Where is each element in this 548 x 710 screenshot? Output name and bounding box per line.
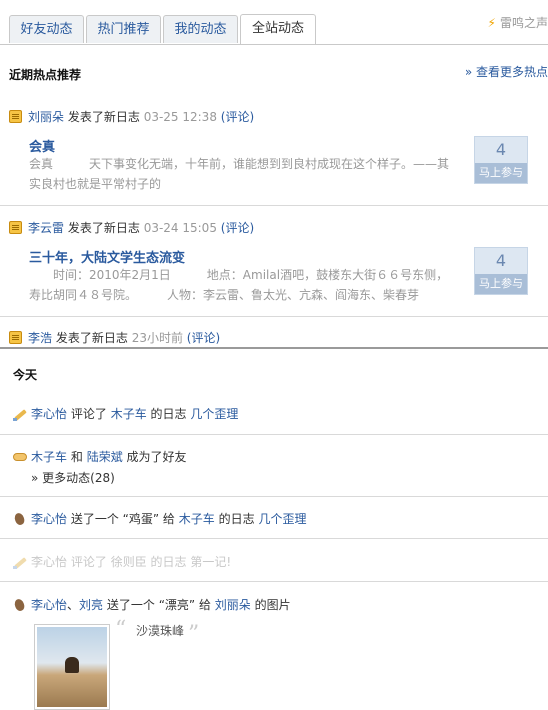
lightning-icon: ⚡ bbox=[487, 16, 496, 30]
more-hot-link[interactable]: » 查看更多热点 bbox=[465, 63, 548, 80]
entry-excerpt: 会真 天下事变化无端，十年前，谁能想到到良村成现在这个样子。——其实良村也就是平… bbox=[29, 157, 450, 191]
more-activity-link[interactable]: » 更多动态(28) bbox=[31, 469, 115, 486]
pencil-icon bbox=[13, 407, 27, 421]
open-quote-icon: “ bbox=[115, 617, 127, 642]
photo-thumbnail[interactable] bbox=[34, 624, 110, 710]
join-count: 4 bbox=[495, 140, 507, 159]
handshake-icon bbox=[13, 450, 27, 464]
photo-image bbox=[37, 627, 107, 707]
tab-friends-feed[interactable]: 好友动态 bbox=[9, 15, 84, 43]
user-link[interactable]: 木子车 bbox=[179, 512, 215, 526]
timestamp: 03-24 15:05 bbox=[143, 221, 217, 235]
user-link[interactable]: 徐则臣 bbox=[111, 555, 147, 569]
feed-tabs: 好友动态 热门推荐 我的动态 全站动态 ⚡ 雷鸣之声 bbox=[0, 0, 548, 45]
tab-my-feed[interactable]: 我的动态 bbox=[163, 15, 238, 43]
entry-title[interactable]: 三十年，大陆文学生态流变 bbox=[29, 247, 185, 266]
activity-item: 李心怡、刘亮 送了一个 “漂亮” 给 刘丽朵 的图片 bbox=[13, 596, 291, 613]
photo-caption: 沙漠珠峰 bbox=[136, 624, 185, 638]
divider bbox=[0, 581, 548, 582]
comment-link[interactable]: (评论) bbox=[221, 221, 254, 235]
activity-item: 木子车 和 陆荣斌 成为了好友 bbox=[13, 448, 187, 465]
divider bbox=[0, 496, 548, 497]
entry-title[interactable]: 会真 bbox=[29, 136, 55, 155]
egg-icon bbox=[13, 512, 27, 526]
blog-icon bbox=[9, 110, 22, 123]
activity-item: 李心怡 送了一个 “鸡蛋” 给 木子车 的日志 几个歪理 bbox=[13, 510, 306, 527]
user-link[interactable]: 刘丽朵 bbox=[28, 110, 64, 124]
user-link[interactable]: 陆荣斌 bbox=[87, 450, 123, 464]
user-link[interactable]: 李心怡 bbox=[31, 598, 67, 612]
activity-item: 李心怡 评论了 木子车 的日志 几个歪理 bbox=[13, 405, 238, 422]
join-button[interactable]: 4 马上参与 bbox=[474, 247, 528, 295]
activity-item: 李心怡 评论了 徐则臣 的日志 第一记! bbox=[13, 553, 231, 570]
comment-link[interactable]: (评论) bbox=[187, 331, 220, 345]
user-link[interactable]: 李浩 bbox=[28, 331, 52, 345]
pencil-icon bbox=[13, 555, 27, 569]
thunder-voice-link[interactable]: ⚡ 雷鸣之声 bbox=[488, 14, 548, 31]
close-quote-icon: ” bbox=[188, 622, 200, 647]
section-title-today: 今天 bbox=[13, 368, 38, 382]
timestamp: 03-25 12:38 bbox=[143, 110, 217, 124]
user-link[interactable]: 刘亮 bbox=[79, 598, 103, 612]
divider bbox=[0, 316, 548, 317]
join-label: 马上参与 bbox=[475, 274, 527, 294]
divider bbox=[0, 205, 548, 206]
blog-link[interactable]: 几个歪理 bbox=[258, 512, 306, 526]
user-link[interactable]: 李云雷 bbox=[28, 221, 64, 235]
join-button[interactable]: 4 马上参与 bbox=[474, 136, 528, 184]
user-link[interactable]: 木子车 bbox=[111, 407, 147, 421]
blog-link[interactable]: 几个歪理 bbox=[190, 407, 238, 421]
join-label: 马上参与 bbox=[475, 163, 527, 183]
tab-hot-picks[interactable]: 热门推荐 bbox=[86, 15, 161, 43]
user-link[interactable]: 李心怡 bbox=[31, 512, 67, 526]
section-divider bbox=[0, 347, 548, 349]
tab-site-feed[interactable]: 全站动态 bbox=[240, 14, 316, 44]
feed-item-head: 李云雷 发表了新日志 03-24 15:05 (评论) bbox=[0, 219, 254, 236]
divider bbox=[0, 538, 548, 539]
section-title-hot: 近期热点推荐 bbox=[9, 68, 82, 82]
user-link[interactable]: 木子车 bbox=[31, 450, 67, 464]
user-link[interactable]: 李心怡 bbox=[31, 407, 67, 421]
join-count: 4 bbox=[495, 251, 507, 270]
user-link[interactable]: 李心怡 bbox=[31, 555, 67, 569]
gift-icon bbox=[13, 598, 27, 612]
entry-excerpt: 时间：2010年2月1日 地点：Amilal酒吧，鼓楼东大街６６号东侧，寿比胡同… bbox=[29, 268, 449, 302]
blog-link[interactable]: 第一记! bbox=[190, 555, 231, 569]
timestamp: 23小时前 bbox=[131, 331, 183, 345]
feed-item-head: 李浩 发表了新日志 23小时前 (评论) bbox=[0, 329, 220, 346]
blog-icon bbox=[9, 221, 22, 234]
comment-link[interactable]: (评论) bbox=[221, 110, 254, 124]
user-link[interactable]: 刘丽朵 bbox=[215, 598, 251, 612]
feed-item-head: 刘丽朵 发表了新日志 03-25 12:38 (评论) bbox=[0, 108, 254, 125]
divider bbox=[0, 434, 548, 435]
blog-icon bbox=[9, 331, 22, 344]
